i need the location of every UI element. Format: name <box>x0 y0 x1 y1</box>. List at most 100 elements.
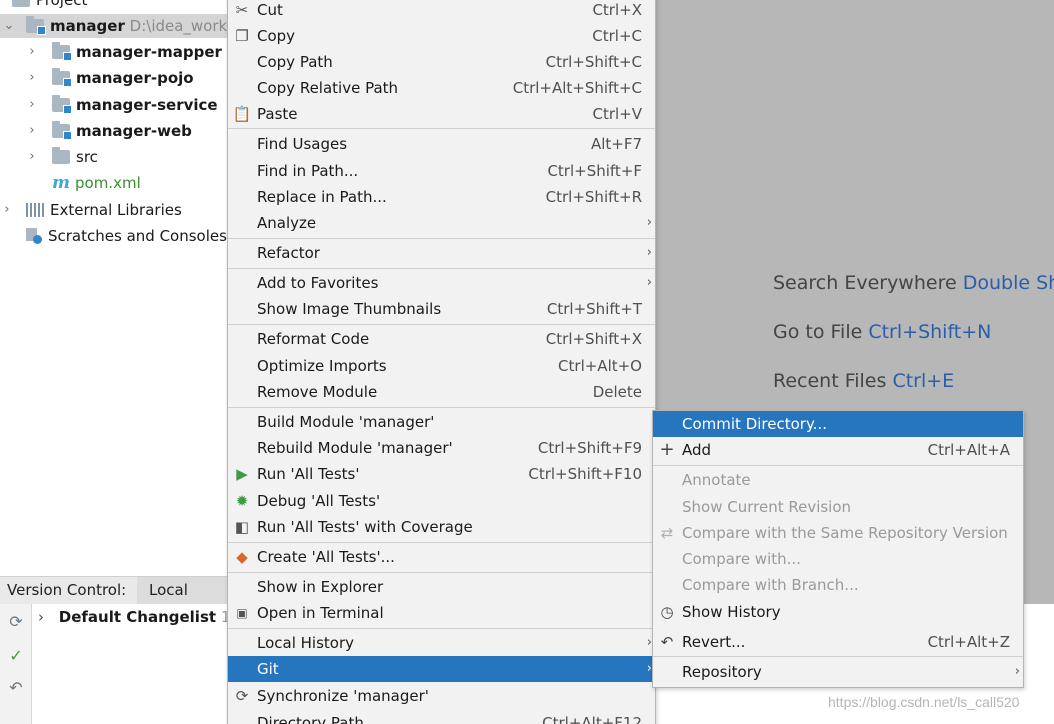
menu-item-label: Remove Module <box>257 383 378 401</box>
menu-item-reformat-code[interactable]: Reformat Code Ctrl+Shift+X <box>228 326 655 352</box>
menu-item-shortcut: Ctrl+Shift+F10 <box>528 465 642 483</box>
menu-item-refactor[interactable]: Refactor › <box>228 240 655 266</box>
menu-item-shortcut: Ctrl+Shift+T <box>546 300 642 318</box>
rollback-icon[interactable]: ↶ <box>6 678 26 698</box>
chevron-down-icon[interactable]: ⌄ <box>2 14 16 38</box>
submenu-arrow-icon: › <box>1014 664 1020 679</box>
menu-item-analyze[interactable]: Analyze › <box>228 210 655 236</box>
scissors-icon: ✂ <box>235 1 249 19</box>
commit-check-icon[interactable]: ✓ <box>6 646 26 666</box>
paste-icon: 📋 <box>232 105 252 123</box>
menu-item-shortcut: Ctrl+Alt+Z <box>927 633 1010 651</box>
project-header[interactable]: Project <box>12 0 87 12</box>
submenu-arrow-icon: › <box>646 275 652 290</box>
menu-item-label: Show in Explorer <box>257 578 384 596</box>
hint-key: Double Shift <box>962 272 1054 294</box>
menu-item-show-in-explorer[interactable]: Show in Explorer <box>228 574 655 600</box>
menu-separator <box>653 656 1023 657</box>
menu-item-open-in-terminal[interactable]: ▣ Open in Terminal <box>228 600 655 626</box>
menu-item-shortcut: Ctrl+Shift+F9 <box>537 439 642 457</box>
menu-item-rebuild-module[interactable]: Rebuild Module 'manager' Ctrl+Shift+F9 <box>228 435 655 461</box>
project-icon <box>12 0 30 7</box>
chevron-right-icon[interactable]: › <box>0 198 14 222</box>
menu-item-show-image-thumbnails[interactable]: Show Image Thumbnails Ctrl+Shift+T <box>228 296 655 322</box>
submenu-arrow-icon: › <box>646 215 652 230</box>
menu-item-annotate[interactable]: Annotate <box>653 467 1023 493</box>
menu-item-label: Paste <box>257 105 298 123</box>
menu-separator <box>228 628 655 629</box>
menu-item-compare-same-repo-version[interactable]: ⇄ Compare with the Same Repository Versi… <box>653 520 1023 546</box>
revert-icon: ↶ <box>660 633 674 651</box>
tab-local-changes[interactable]: Local Changes <box>137 577 228 626</box>
terminal-icon: ▣ <box>236 606 248 620</box>
module-folder-icon <box>26 16 46 35</box>
menu-item-optimize-imports[interactable]: Optimize Imports Ctrl+Alt+O <box>228 353 655 379</box>
menu-item-shortcut: Ctrl+Shift+F <box>547 162 642 180</box>
refresh-icon[interactable]: ⟳ <box>6 612 26 632</box>
menu-item-label: Copy Relative Path <box>257 79 399 97</box>
hint-key: Ctrl+E <box>892 370 955 392</box>
menu-item-shortcut: Ctrl+Shift+R <box>545 188 642 206</box>
menu-separator <box>228 128 655 129</box>
module-name: manager-service <box>76 96 218 114</box>
chevron-right-icon[interactable]: › <box>25 40 39 64</box>
menu-item-synchronize[interactable]: ⟳ Synchronize 'manager' <box>228 683 655 709</box>
scratches-label: Scratches and Consoles <box>48 227 227 245</box>
menu-item-label: Run 'All Tests' <box>257 465 360 483</box>
menu-item-paste[interactable]: 📋 Paste Ctrl+V <box>228 101 655 127</box>
menu-item-copy[interactable]: ❐ Copy Ctrl+C <box>228 23 655 49</box>
menu-item-show-current-revision[interactable]: Show Current Revision <box>653 494 1023 520</box>
module-name: manager-pojo <box>76 69 194 87</box>
menu-item-replace-in-path[interactable]: Replace in Path... Ctrl+Shift+R <box>228 184 655 210</box>
menu-item-find-usages[interactable]: Find Usages Alt+F7 <box>228 131 655 157</box>
menu-item-run-with-coverage[interactable]: ◧ Run 'All Tests' with Coverage <box>228 514 655 540</box>
tree-root-row[interactable]: ⌄ manager D:\idea_works <box>0 14 228 38</box>
menu-separator <box>228 572 655 573</box>
hint-text: Recent Files <box>773 370 887 392</box>
menu-item-add-to-favorites[interactable]: Add to Favorites › <box>228 270 655 296</box>
menu-item-compare-with-branch[interactable]: Compare with Branch... <box>653 572 1023 598</box>
menu-item-label: Refactor <box>257 244 320 262</box>
chevron-right-icon[interactable]: › <box>25 93 39 117</box>
sync-icon: ⟳ <box>235 687 249 705</box>
menu-item-shortcut: Ctrl+C <box>592 27 642 45</box>
chevron-right-icon[interactable]: › <box>25 66 39 90</box>
menu-item-run-all-tests[interactable]: ▶ Run 'All Tests' Ctrl+Shift+F10 <box>228 461 655 487</box>
menu-item-label: Find in Path... <box>257 162 359 180</box>
menu-item-shortcut: Ctrl+Alt+F12 <box>542 714 642 724</box>
menu-item-cut[interactable]: ✂ Cut Ctrl+X <box>228 0 655 23</box>
menu-item-copy-path[interactable]: Copy Path Ctrl+Shift+C <box>228 49 655 75</box>
module-name: manager-mapper <box>76 43 222 61</box>
menu-item-build-module[interactable]: Build Module 'manager' <box>228 409 655 435</box>
editor-bottom-panel <box>1023 604 1054 724</box>
menu-item-show-history[interactable]: ◷ Show History <box>653 599 1023 625</box>
menu-item-shortcut: Ctrl+X <box>592 1 642 19</box>
project-header-label: Project <box>36 0 88 9</box>
menu-item-find-in-path[interactable]: Find in Path... Ctrl+Shift+F <box>228 158 655 184</box>
menu-item-local-history[interactable]: Local History › <box>228 630 655 656</box>
chevron-right-icon[interactable]: › <box>25 119 39 143</box>
menu-item-directory-path[interactable]: Directory Path Ctrl+Alt+F12 <box>228 710 655 724</box>
menu-item-git[interactable]: Git › <box>228 656 655 682</box>
menu-item-remove-module[interactable]: Remove Module Delete <box>228 379 655 405</box>
project-tree: Project ⌄ manager D:\idea_works › manage… <box>0 0 228 580</box>
menu-item-label: Analyze <box>257 214 317 232</box>
root-module-name: manager <box>50 17 125 35</box>
chevron-right-icon[interactable]: › <box>38 608 44 626</box>
chevron-right-icon[interactable]: › <box>25 145 39 169</box>
menu-item-compare-with[interactable]: Compare with... <box>653 546 1023 572</box>
menu-item-copy-relative-path[interactable]: Copy Relative Path Ctrl+Alt+Shift+C <box>228 75 655 101</box>
menu-item-label: Open in Terminal <box>257 604 384 622</box>
changelist-row[interactable]: › Default Changelist 11 <box>38 608 240 626</box>
menu-item-commit-directory[interactable]: Commit Directory... <box>653 411 1023 437</box>
menu-item-label: Reformat Code <box>257 330 370 348</box>
menu-item-add[interactable]: + Add Ctrl+Alt+A <box>653 437 1023 463</box>
menu-item-create-all-tests[interactable]: ◆ Create 'All Tests'... <box>228 544 655 570</box>
menu-item-label: Copy Path <box>257 53 333 71</box>
menu-item-repository[interactable]: Repository › <box>653 659 1023 685</box>
menu-item-debug-all-tests[interactable]: ✹ Debug 'All Tests' <box>228 488 655 514</box>
menu-separator <box>653 465 1023 466</box>
context-menu: ✂ Cut Ctrl+X ❐ Copy Ctrl+C Copy Path Ctr… <box>227 0 656 724</box>
menu-item-revert[interactable]: ↶ Revert... Ctrl+Alt+Z <box>653 629 1023 655</box>
git-submenu: Commit Directory... + Add Ctrl+Alt+A Ann… <box>652 410 1024 688</box>
